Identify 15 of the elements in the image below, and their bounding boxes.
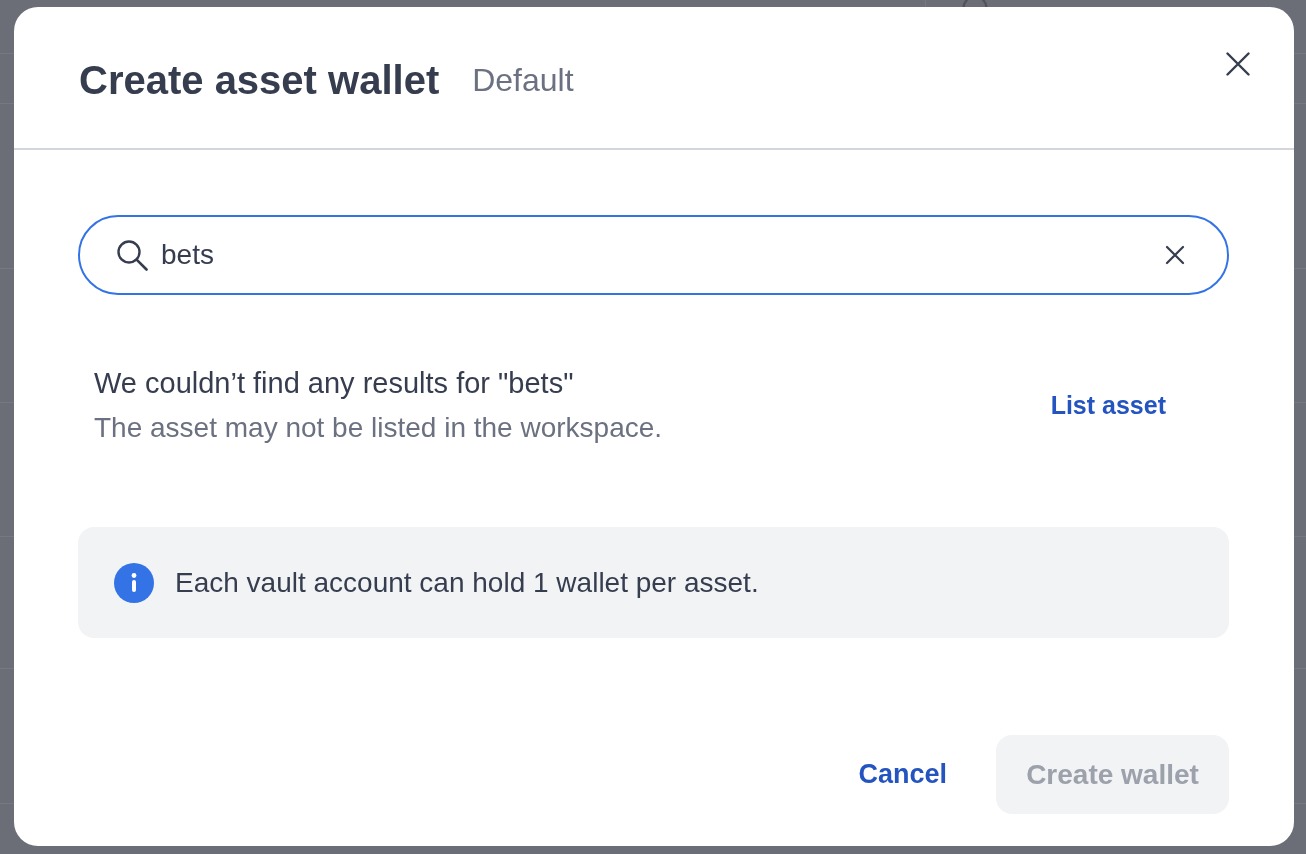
- clear-search-button[interactable]: [1165, 245, 1185, 265]
- search-field[interactable]: bets: [78, 215, 1229, 295]
- info-icon: [114, 562, 154, 603]
- info-text: Each vault account can hold 1 wallet per asset.: [175, 566, 759, 599]
- dialog-title: Create asset wallet: [79, 58, 440, 103]
- close-icon: [1226, 52, 1250, 76]
- list-asset-link[interactable]: List asset: [1050, 389, 1166, 421]
- dialog-subtitle: Default: [472, 62, 574, 99]
- close-icon: [1165, 245, 1185, 265]
- search-input[interactable]: bets: [161, 239, 1152, 271]
- close-button[interactable]: [1226, 52, 1250, 76]
- search-icon: [116, 239, 148, 271]
- empty-results-hint: The asset may not be listed in the workspace.: [94, 412, 663, 444]
- empty-results-message: We couldn’t find any results for "bets": [94, 366, 575, 400]
- text-button[interactable]: Cancel: [858, 759, 947, 790]
